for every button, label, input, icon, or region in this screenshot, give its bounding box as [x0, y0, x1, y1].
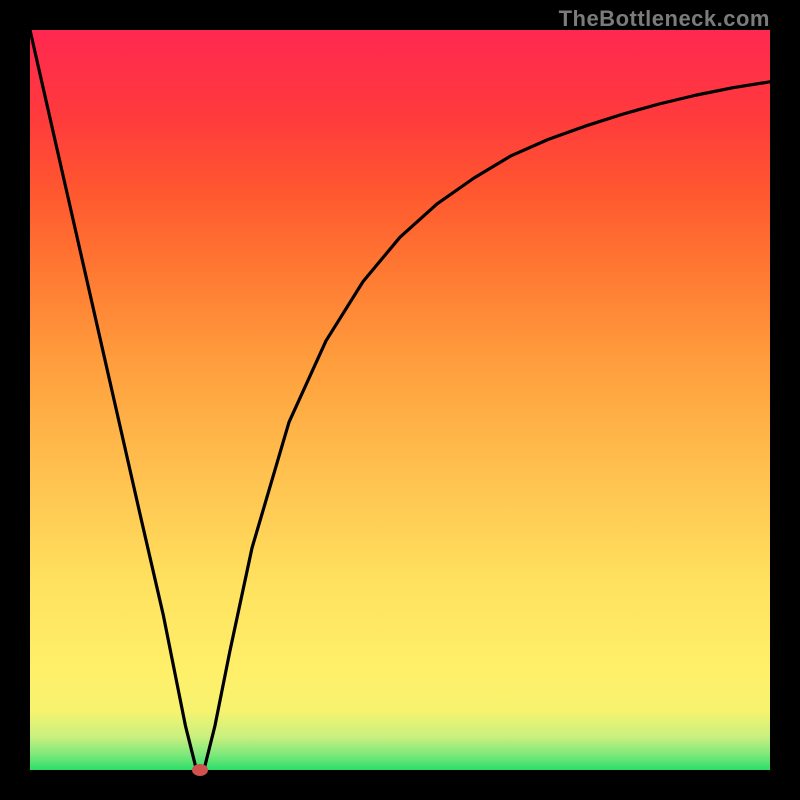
branding-watermark: TheBottleneck.com — [559, 6, 770, 32]
plot-area — [30, 30, 770, 770]
min-point-marker — [192, 764, 208, 776]
curve-svg — [30, 30, 770, 770]
bottleneck-curve — [30, 30, 770, 770]
chart-frame: TheBottleneck.com — [0, 0, 800, 800]
